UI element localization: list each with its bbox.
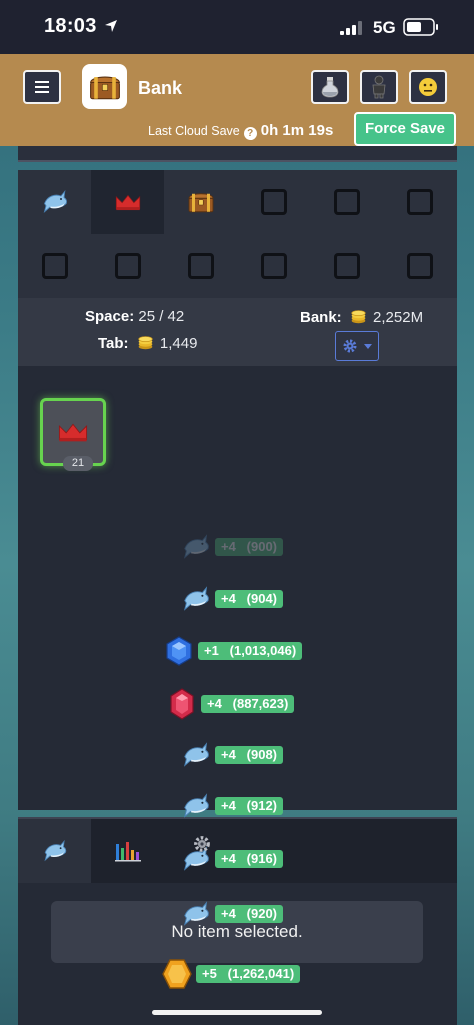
bank-tab-7[interactable]	[18, 234, 91, 298]
notification-toast: +1 (1,013,046)	[162, 635, 303, 667]
empty-slot-icon	[260, 253, 287, 279]
shark-icon	[41, 837, 69, 865]
status-bar: 18:03 5G	[0, 0, 474, 54]
crown-icon	[113, 191, 143, 213]
notification-toast: +4 (904)	[179, 583, 284, 615]
bank-tab-10[interactable]	[237, 234, 310, 298]
details-tab-item[interactable]	[18, 819, 91, 883]
item-quantity: 21	[63, 456, 93, 471]
bank-settings-dropdown[interactable]	[335, 331, 379, 361]
notification-text: +1 (1,013,046)	[198, 642, 303, 660]
cloud-save-label: Last Cloud Save	[148, 124, 240, 138]
gp-coins-icon	[162, 959, 192, 989]
bank-tab-9[interactable]	[164, 234, 237, 298]
shark-icon	[180, 898, 212, 930]
notification-text: +4 (916)	[215, 850, 284, 868]
bank-logo	[82, 64, 127, 109]
cellular-signal-icon	[340, 21, 362, 35]
shark-icon	[180, 790, 212, 822]
sapphire-icon	[166, 636, 192, 666]
menu-button[interactable]	[23, 70, 61, 104]
bank-value: 2,252M	[373, 309, 424, 326]
bank-value-line: Bank: 2,252M	[300, 308, 423, 326]
potion-button[interactable]	[311, 70, 349, 104]
hamburger-icon	[35, 86, 49, 88]
potion-icon	[321, 77, 339, 98]
shark-icon	[180, 739, 212, 771]
gear-icon	[194, 836, 210, 852]
status-time: 18:03	[44, 15, 97, 37]
previous-panel-edge	[18, 146, 457, 162]
bank-tab-5[interactable]	[310, 170, 383, 234]
help-icon[interactable]: ?	[243, 127, 257, 140]
neutral-face-icon	[419, 78, 437, 96]
page-title: Bank	[138, 78, 183, 98]
equipment-button[interactable]	[360, 70, 398, 104]
cloud-save-status: Last Cloud Save? 0h 1m 19s	[148, 122, 333, 140]
shark-icon	[40, 187, 70, 217]
treasure-chest-icon	[186, 189, 216, 215]
notification-toast: +4 (887,623)	[165, 688, 295, 720]
empty-slot-icon	[333, 189, 360, 215]
empty-slot-icon	[406, 189, 433, 215]
bank-tab-2[interactable]	[91, 170, 164, 234]
bank-tab-1[interactable]	[18, 170, 91, 234]
notification-text: +4 (900)	[215, 538, 284, 556]
notification-text: +4 (904)	[215, 590, 284, 608]
notification-toast: +4 (920)	[179, 898, 284, 930]
notification-toast: +4 (900)	[179, 531, 284, 563]
space-label: Space:	[85, 308, 135, 325]
bank-tab-8[interactable]	[91, 234, 164, 298]
empty-slot-icon	[333, 253, 360, 279]
gear-icon	[343, 339, 357, 353]
shark-icon	[180, 583, 212, 615]
notification-toast: +4 (912)	[179, 790, 284, 822]
empty-slot-icon	[260, 189, 287, 215]
gp-coins-icon	[137, 334, 154, 351]
notification-text: +4 (912)	[215, 797, 284, 815]
network-type: 5G	[373, 18, 396, 37]
notification-toast: +5 (1,262,041)	[160, 958, 301, 990]
chevron-down-icon	[364, 343, 372, 349]
empty-slot-icon	[406, 253, 433, 279]
notification-text: +4 (920)	[215, 905, 284, 923]
empty-slot-icon	[187, 253, 214, 279]
notification-text: +4 (887,623)	[201, 695, 295, 713]
bank-item-slot[interactable]: 21	[40, 398, 106, 471]
bank-tab-12[interactable]	[383, 234, 456, 298]
treasure-chest-icon	[87, 71, 123, 103]
empty-slot-icon	[114, 253, 141, 279]
bank-tab-grid	[18, 170, 457, 298]
emote-button[interactable]	[409, 70, 447, 104]
home-indicator	[152, 1010, 322, 1015]
notification-text: +4 (908)	[215, 746, 284, 764]
shark-icon	[180, 531, 212, 563]
tab-value-line: Tab: 1,449	[98, 334, 197, 352]
battery-icon	[403, 18, 438, 36]
gp-coins-icon	[350, 308, 367, 325]
bank-info-bar: Space: 25 / 42 Tab: 1,449 Bank: 2,252M	[18, 298, 457, 366]
space-value: 25 / 42	[138, 308, 185, 325]
cloud-save-time: 0h 1m 19s	[260, 122, 334, 139]
bank-tab-4[interactable]	[237, 170, 310, 234]
tab-label: Tab:	[98, 335, 129, 352]
notification-toast: +4 (916)	[179, 836, 284, 875]
bank-tab-11[interactable]	[310, 234, 383, 298]
armor-icon	[372, 75, 386, 99]
app-header: Bank Last Cloud Save? 0h 1m 19s Force Sav…	[0, 54, 474, 146]
notification-toast: +4 (908)	[179, 739, 284, 771]
tab-value: 1,449	[159, 335, 198, 352]
notification-text: +5 (1,262,041)	[196, 965, 301, 983]
bar-chart-icon	[114, 842, 141, 862]
details-tab-stats[interactable]	[91, 819, 164, 883]
ruby-icon	[170, 688, 194, 720]
empty-slot-icon	[41, 253, 68, 279]
crown-icon	[56, 419, 90, 445]
bank-tab-3[interactable]	[164, 170, 237, 234]
force-save-button[interactable]: Force Save	[354, 112, 456, 146]
bank-label: Bank:	[300, 309, 342, 326]
location-arrow-icon	[105, 20, 117, 32]
bank-tab-6[interactable]	[383, 170, 456, 234]
bank-space: Space: 25 / 42	[85, 308, 184, 325]
